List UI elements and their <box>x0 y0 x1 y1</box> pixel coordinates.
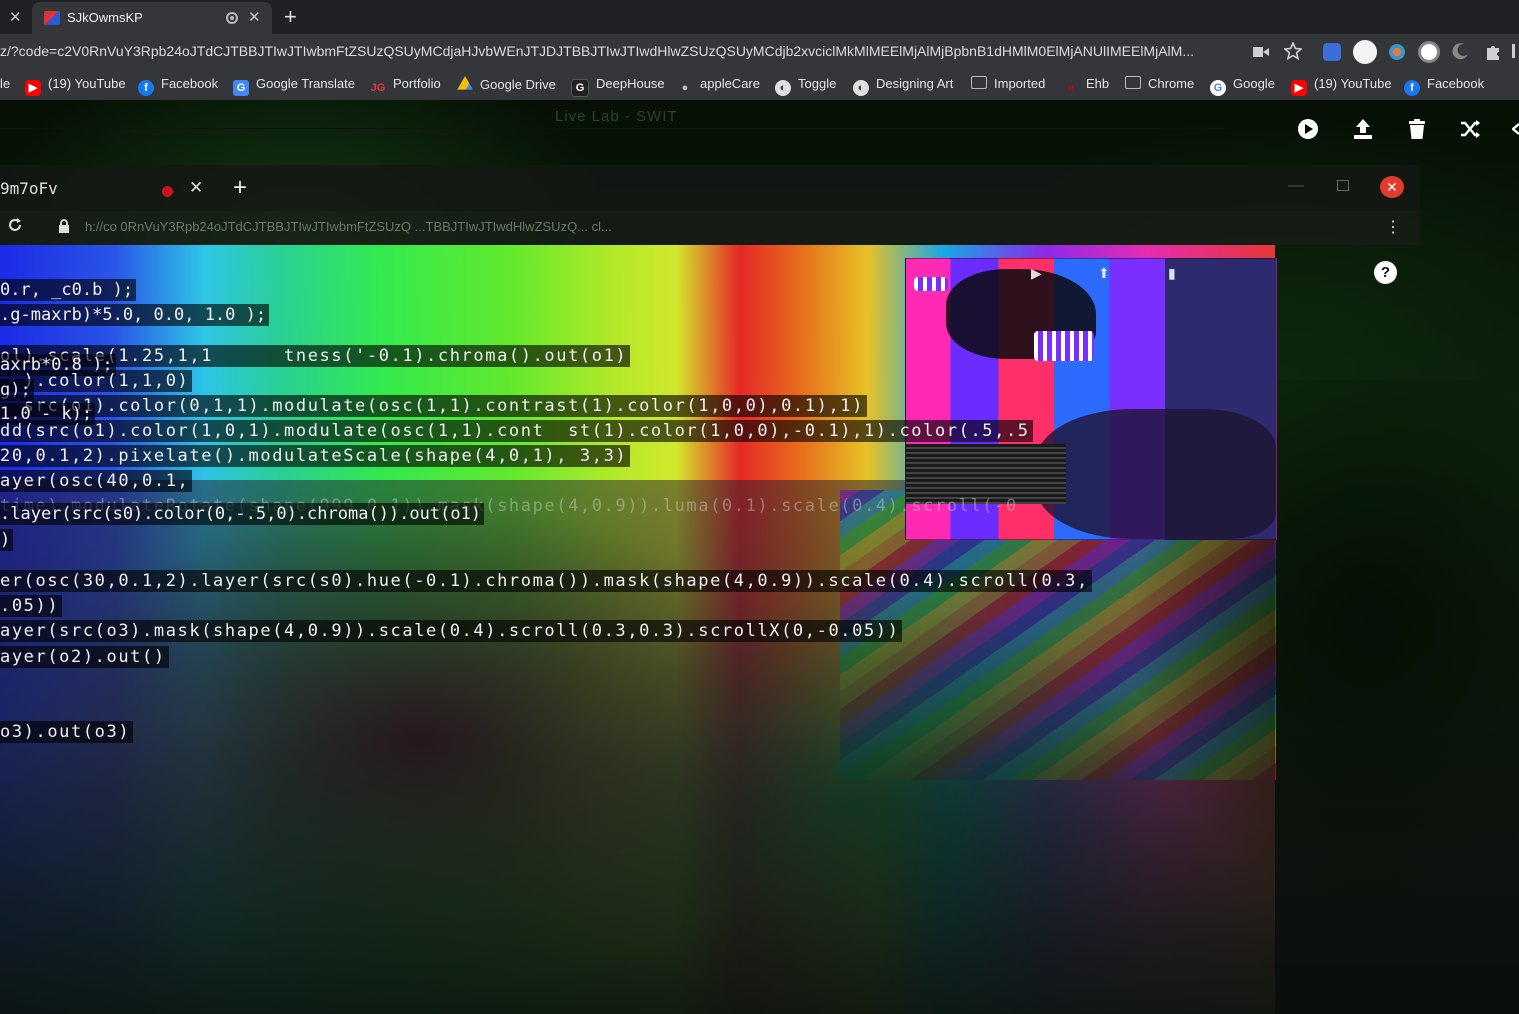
tab-close-icon[interactable]: ✕ <box>9 8 22 26</box>
bookmark-google-translate[interactable]: G Google Translate <box>233 76 355 96</box>
ghost-title: Live Lab - SWIT <box>555 108 678 125</box>
trash-icon: ▮ <box>1168 265 1176 281</box>
drive-icon <box>457 76 473 90</box>
translate-icon: G <box>233 80 249 96</box>
color-extension-icon[interactable] <box>1389 44 1405 60</box>
bookmark-portfolio[interactable]: JG Portfolio <box>370 76 441 96</box>
youtube-icon: ▶ <box>1291 80 1307 96</box>
facebook-icon: f <box>138 80 154 96</box>
bookmark-google-drive[interactable]: Google Drive <box>457 76 556 92</box>
upload-icon[interactable] <box>1352 118 1374 140</box>
youtube-icon: ▶ <box>25 80 41 96</box>
profile-extension-icon[interactable] <box>1353 40 1377 64</box>
inner-recording-icon <box>162 186 173 197</box>
bookmark-youtube-2[interactable]: ▶ (19) YouTube <box>1291 76 1392 96</box>
camera-icon[interactable] <box>1253 45 1269 59</box>
lock-icon <box>59 219 69 233</box>
code-line[interactable]: ) <box>0 529 14 551</box>
inner-new-tab-button[interactable]: + <box>233 174 247 202</box>
portfolio-icon: JG <box>370 82 386 94</box>
folder-icon <box>1125 76 1141 89</box>
translate-extension-icon[interactable] <box>1323 43 1341 61</box>
inner-tab-close-button[interactable]: ✕ <box>189 178 203 198</box>
extensions-puzzle-icon[interactable] <box>1484 42 1502 60</box>
record-extension-icon[interactable] <box>1418 41 1440 63</box>
tab-title: SJkOwmsKP <box>67 10 143 25</box>
code-line[interactable]: ayer(osc(40,0.1, <box>0 470 193 492</box>
url-field[interactable]: z/?code=c2V0RnVuY3Rpb24oJTdCJTBBJTIwJTIw… <box>0 43 1242 59</box>
bookmark-item[interactable]: le <box>0 76 10 91</box>
tab-close-button[interactable]: ✕ <box>248 8 261 26</box>
inner-menu-icon[interactable]: ⋮ <box>1385 217 1401 237</box>
trash-icon[interactable] <box>1406 118 1428 140</box>
overflow-icon[interactable] <box>1512 42 1519 60</box>
bottom-shade <box>0 720 1519 1014</box>
google-icon: G <box>1210 80 1226 96</box>
close-panel-icon[interactable] <box>1512 118 1519 140</box>
reload-icon[interactable] <box>6 216 24 234</box>
bookmark-facebook-2[interactable]: f Facebook <box>1404 76 1484 96</box>
bookmark-imported[interactable]: Imported <box>971 76 1045 91</box>
bookmark-chrome[interactable]: Chrome <box>1125 76 1194 91</box>
browser-tab-bar: ✕ SJkOwmsKP ✕ + <box>0 0 1519 34</box>
globe-icon: ◐ <box>853 80 869 96</box>
code-line[interactable]: .g-maxrb)*5.0, 0.0, 1.0 ); <box>0 304 270 326</box>
bookmark-google[interactable]: G Google <box>1210 76 1275 96</box>
bookmarks-bar: le ▶ (19) YouTube f Facebook G Google Trans… <box>0 70 1519 100</box>
active-tab[interactable]: SJkOwmsKP ✕ <box>32 2 272 34</box>
preview-zigzag <box>914 277 948 291</box>
toolbar-divider <box>0 128 1230 129</box>
inner-window-close-button[interactable]: ✕ <box>1380 176 1404 198</box>
hydra-canvas[interactable]: Live Lab - SWIT 9m7oFv ✕ + — ✕ h://co 0R… <box>0 100 1519 1014</box>
code-line[interactable]: .05)) <box>0 595 63 617</box>
bookmark-ehb[interactable]: e Ehb <box>1063 76 1109 96</box>
code-line[interactable]: src(o1).color(0,1,1).modulate(osc(1,1).c… <box>0 395 867 417</box>
inner-url-field[interactable]: h://co 0RnVuY3Rpb24oJTdCJTBBJTIwJTIwbmFt… <box>85 219 612 234</box>
address-bar: z/?code=c2V0RnVuY3Rpb24oJTdCJTBBJTIwJTIw… <box>0 34 1519 70</box>
code-line[interactable]: ayer(src(o3).mask(shape(4,0.9)).scale(0.… <box>0 620 903 642</box>
shuffle-icon[interactable] <box>1459 118 1481 140</box>
code-line[interactable]: ayer(o2).out() <box>0 646 169 668</box>
globe-icon: ◐ <box>775 80 791 96</box>
bookmark-applecare[interactable]: ● appleCare <box>677 76 760 96</box>
deephouse-icon: G <box>571 79 589 97</box>
inner-maximize-button[interactable] <box>1337 180 1349 191</box>
bookmark-toggle[interactable]: ◐ Toggle <box>775 76 836 96</box>
play-icon[interactable] <box>1297 118 1319 140</box>
tab-favicon <box>44 11 60 25</box>
moon-extension-icon[interactable] <box>1452 42 1470 60</box>
code-line-active[interactable]: .layer(src(s0).color(0,-.5,0).chroma()).… <box>0 503 485 525</box>
apple-icon: ● <box>681 82 689 94</box>
help-icon[interactable]: ? <box>1374 261 1397 284</box>
bookmark-star-icon[interactable] <box>1284 42 1302 60</box>
preview-shadow <box>1036 409 1276 539</box>
folder-icon <box>971 76 987 89</box>
code-line[interactable]: o3).out(o3) <box>0 721 134 743</box>
bookmark-deephouse[interactable]: G DeepHouse <box>571 76 665 97</box>
ehb-icon: e <box>1067 82 1075 94</box>
preview-zigzag <box>1034 331 1094 361</box>
upload-icon: ⬆ <box>1098 265 1110 281</box>
bookmark-designing-art[interactable]: ◐ Designing Art <box>853 76 953 96</box>
code-line[interactable]: 0.r, _c0.b ); <box>0 279 137 301</box>
code-line[interactable]: dd(src(o1).color(1,0,1).modulate(osc(1,1… <box>0 420 1033 442</box>
inner-address-bar: h://co 0RnVuY3Rpb24oJTdCJTBBJTIwJTIwbmFt… <box>0 211 1420 245</box>
play-icon: ▶ <box>1031 265 1042 281</box>
inner-tab-title[interactable]: 9m7oFv <box>0 179 58 198</box>
inner-minimize-button[interactable]: — <box>1288 177 1304 195</box>
code-line[interactable]: 20,0.1,2).pixelate().modulateScale(shape… <box>0 445 631 467</box>
inner-tab-bar: 9m7oFv ✕ + — <box>0 165 1420 211</box>
code-line[interactable]: er(osc(30,0.1,2).layer(src(s0).hue(-0.1)… <box>0 570 1092 592</box>
recording-icon <box>226 12 238 24</box>
bookmark-facebook[interactable]: f Facebook <box>138 76 218 96</box>
bookmark-youtube[interactable]: ▶ (19) YouTube <box>25 76 126 96</box>
new-tab-button[interactable]: + <box>284 4 297 30</box>
facebook-icon: f <box>1404 80 1420 96</box>
